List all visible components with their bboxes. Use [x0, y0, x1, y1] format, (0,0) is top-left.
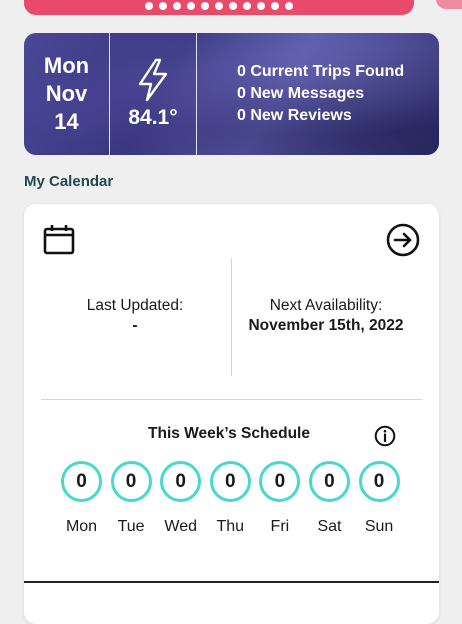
dot — [201, 1, 209, 10]
next-availability: Next Availability: November 15th, 2022 — [234, 296, 418, 336]
temperature: 84.1° — [128, 106, 178, 129]
day-label: Sat — [317, 518, 342, 535]
dot — [159, 1, 167, 10]
day-count: 0 — [160, 461, 202, 502]
dot — [243, 1, 251, 10]
dot — [271, 1, 279, 10]
next-availability-value: November 15th, 2022 — [248, 317, 404, 334]
vertical-divider — [231, 258, 232, 376]
next-availability-label: Next Availability: — [269, 297, 383, 314]
lightning-icon — [138, 58, 168, 102]
calendar-icon[interactable] — [42, 224, 76, 256]
horizontal-divider — [41, 399, 422, 400]
day-count: 0 — [110, 461, 152, 502]
info-icon[interactable] — [374, 425, 396, 447]
week-schedule: 0 Mon 0 Tue 0 Wed 0 Thu 0 Fri 0 Sat 0 Su… — [61, 461, 401, 536]
day-sat[interactable]: 0 Sat — [308, 461, 350, 536]
day-count: 0 — [308, 461, 350, 502]
day-tue[interactable]: 0 Tue — [110, 461, 152, 536]
day-thu[interactable]: 0 Thu — [209, 461, 251, 536]
last-updated-value: - — [132, 317, 138, 334]
day-count: 0 — [358, 461, 400, 502]
dot — [173, 1, 181, 10]
dot — [187, 1, 195, 10]
banner-day: 14 — [54, 109, 79, 134]
banner-month: Nov — [45, 81, 88, 106]
top-action-button[interactable] — [24, 0, 414, 15]
dot — [257, 1, 265, 10]
banner-weather: 84.1° — [110, 33, 197, 155]
day-label: Sun — [364, 518, 394, 535]
new-reviews-stat[interactable]: 0 New Reviews — [237, 107, 439, 125]
calendar-card: Last Updated: - Next Availability: Novem… — [24, 204, 439, 624]
dot — [215, 1, 223, 10]
day-label: Wed — [164, 518, 197, 535]
day-count: 0 — [209, 461, 251, 502]
day-count: 0 — [259, 461, 301, 502]
schedule-title: This Week’s Schedule — [148, 425, 310, 442]
carousel-dots — [145, 1, 293, 10]
dot — [145, 1, 153, 10]
day-sun[interactable]: 0 Sun — [358, 461, 400, 536]
banner-date: Mon Nov 14 — [24, 33, 110, 155]
dot — [285, 1, 293, 10]
day-mon[interactable]: 0 Mon — [61, 461, 102, 536]
last-updated: Last Updated: - — [54, 296, 216, 336]
day-count: 0 — [61, 461, 102, 502]
last-updated-label: Last Updated: — [86, 297, 184, 314]
day-wed[interactable]: 0 Wed — [160, 461, 202, 536]
current-trips-stat[interactable]: 0 Current Trips Found — [237, 63, 439, 81]
dashboard-banner: Mon Nov 14 84.1° 0 Current Trips Found 0… — [24, 33, 439, 155]
day-label: Fri — [270, 518, 290, 535]
day-label: Tue — [117, 518, 145, 535]
arrow-right-circle-icon[interactable] — [386, 223, 420, 257]
day-label: Mon — [65, 518, 98, 535]
day-fri[interactable]: 0 Fri — [259, 461, 301, 536]
top-secondary-button[interactable] — [436, 0, 462, 9]
bottom-divider — [24, 581, 439, 583]
banner-stats: 0 Current Trips Found 0 New Messages 0 N… — [197, 33, 439, 155]
day-label: Thu — [216, 518, 245, 535]
banner-weekday: Mon — [43, 53, 90, 78]
dot — [229, 1, 237, 10]
section-title: My Calendar — [24, 173, 114, 190]
new-messages-stat[interactable]: 0 New Messages — [237, 85, 439, 103]
